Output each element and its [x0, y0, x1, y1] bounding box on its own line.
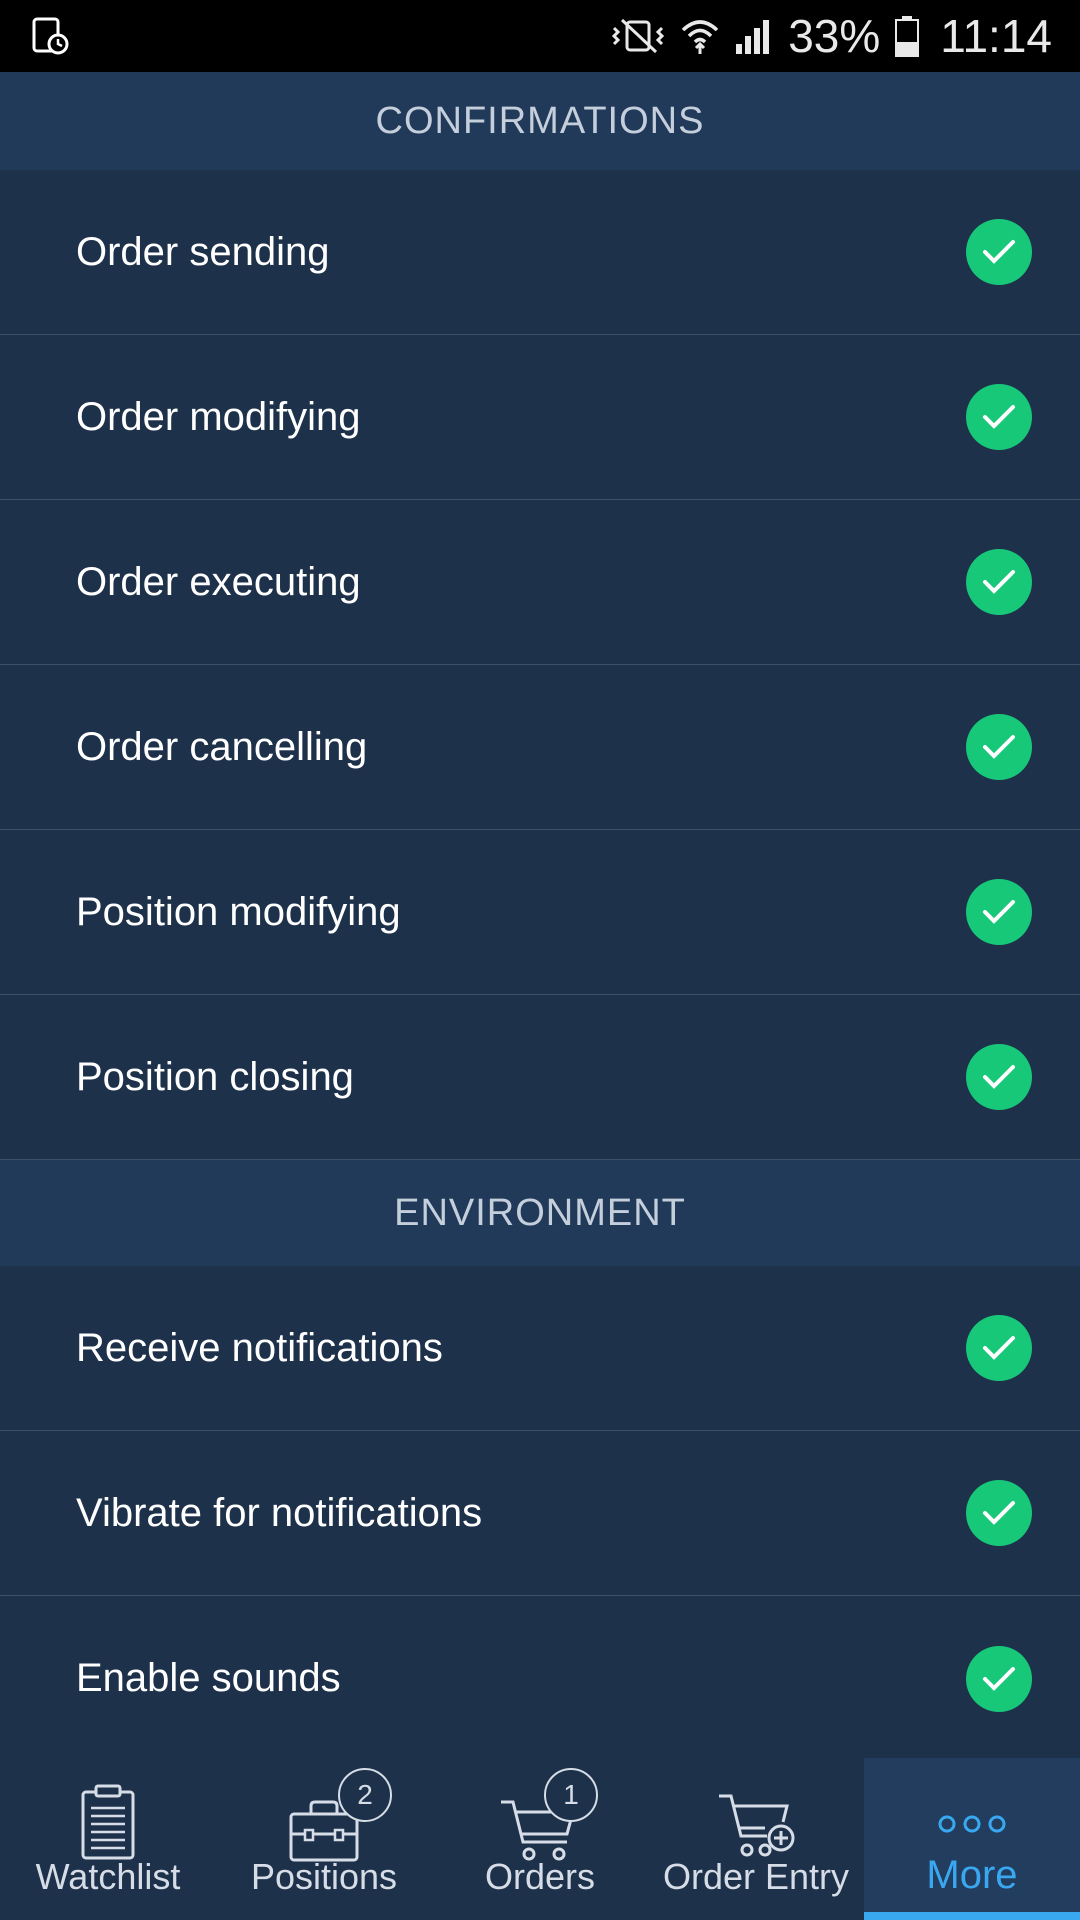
- setting-row-order-sending[interactable]: Order sending: [0, 170, 1080, 335]
- cart-add-icon: [719, 1794, 795, 1857]
- clock: 11:14: [940, 10, 1052, 62]
- nav-orders[interactable]: 1 Orders: [432, 1758, 648, 1920]
- checkmark-toggle-icon[interactable]: [966, 384, 1032, 450]
- nav-more[interactable]: More: [864, 1758, 1080, 1920]
- nav-order-entry[interactable]: Order Entry: [648, 1758, 864, 1920]
- setting-row-position-closing[interactable]: Position closing: [0, 995, 1080, 1160]
- orders-badge: 1: [544, 1768, 598, 1822]
- checkmark-toggle-icon[interactable]: [966, 879, 1032, 945]
- setting-label: Position closing: [76, 1054, 354, 1099]
- setting-label: Position modifying: [76, 889, 401, 934]
- setting-label: Receive notifications: [76, 1325, 443, 1370]
- checkmark-toggle-icon[interactable]: [966, 1315, 1032, 1381]
- signal-icon: [736, 20, 770, 54]
- screen-timeout-icon: [32, 17, 69, 55]
- setting-row-order-cancelling[interactable]: Order cancelling: [0, 665, 1080, 830]
- setting-label: Vibrate for notifications: [76, 1490, 483, 1535]
- setting-row-position-modifying[interactable]: Position modifying: [0, 830, 1080, 995]
- status-bar: 33% 11:14: [0, 0, 1080, 72]
- checkmark-toggle-icon[interactable]: [966, 1480, 1032, 1546]
- setting-row-receive-notifications[interactable]: Receive notifications: [0, 1266, 1080, 1431]
- setting-row-enable-sounds[interactable]: Enable sounds: [0, 1596, 1080, 1758]
- bottom-nav: Watchlist 2 Positions 1 Orders Order Ent…: [0, 1758, 1080, 1920]
- wifi-icon: [682, 20, 719, 54]
- setting-row-order-modifying[interactable]: Order modifying: [0, 335, 1080, 500]
- setting-row-vibrate-for-notifications[interactable]: Vibrate for notifications: [0, 1431, 1080, 1596]
- nav-positions[interactable]: 2 Positions: [216, 1758, 432, 1920]
- checkmark-toggle-icon[interactable]: [966, 714, 1032, 780]
- nav-watchlist[interactable]: Watchlist: [0, 1758, 216, 1920]
- checkmark-toggle-icon[interactable]: [966, 1645, 1032, 1712]
- setting-row-order-executing[interactable]: Order executing: [0, 500, 1080, 665]
- more-dots-icon: [938, 1815, 1006, 1833]
- setting-label: Order sending: [76, 229, 330, 274]
- clipboard-icon: [81, 1784, 135, 1860]
- battery-icon: [895, 16, 920, 57]
- vibrate-off-icon: [612, 18, 665, 54]
- setting-label: Order modifying: [76, 394, 361, 439]
- positions-badge: 2: [338, 1768, 392, 1822]
- setting-label: Enable sounds: [76, 1656, 341, 1700]
- checkmark-toggle-icon[interactable]: [966, 549, 1032, 615]
- setting-label: Order executing: [76, 559, 361, 604]
- section-header-environment: ENVIRONMENT: [0, 1160, 1080, 1266]
- checkmark-toggle-icon[interactable]: [966, 219, 1032, 285]
- settings-list: CONFIRMATIONS Order sending Order modify…: [0, 72, 1080, 1758]
- setting-label: Order cancelling: [76, 724, 368, 769]
- section-header-confirmations: CONFIRMATIONS: [0, 72, 1080, 170]
- checkmark-toggle-icon[interactable]: [966, 1044, 1032, 1110]
- battery-percent: 33%: [788, 10, 881, 62]
